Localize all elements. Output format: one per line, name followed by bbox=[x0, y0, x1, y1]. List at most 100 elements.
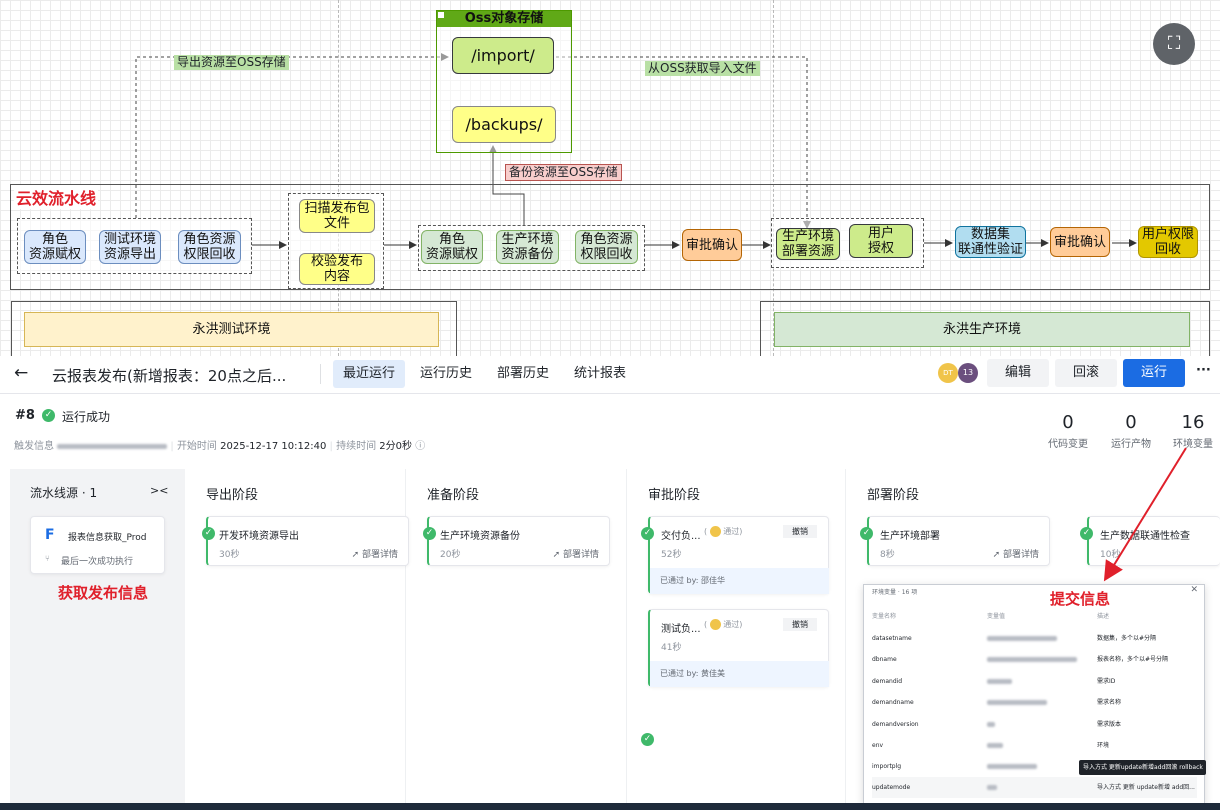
table-row[interactable]: datasetname 数据集，多个以#分隔 bbox=[872, 628, 1197, 649]
table-row[interactable]: demandname 需求名称 bbox=[872, 692, 1197, 713]
avatar[interactable]: DT bbox=[938, 363, 958, 383]
collapse-icon[interactable]: >< bbox=[150, 484, 168, 497]
var-desc: 需求版本 bbox=[1097, 721, 1122, 728]
var-name: env bbox=[872, 742, 884, 749]
screenshot-crop-icon[interactable]: ⛶ bbox=[1153, 23, 1195, 65]
stage-title: 准备阶段 bbox=[427, 488, 480, 503]
stat-value: 0 bbox=[1062, 412, 1074, 433]
job-success-icon: ✓ bbox=[641, 733, 654, 746]
stat-env-vars[interactable]: 16 环境变量 bbox=[1166, 412, 1220, 450]
source-sub: 最后一次成功执行 bbox=[61, 557, 134, 567]
source-title: 流水线源 · 1 bbox=[30, 486, 98, 500]
label-fetch-oss: 从OSS获取导入文件 bbox=[645, 61, 760, 76]
link-label: 部署详情 bbox=[562, 550, 599, 560]
job-card[interactable]: 生产环境资源备份 20秒 ➚ 部署详情 bbox=[427, 516, 610, 566]
trigger-info: 触发信息 | 开始时间 2025-12-17 10:12:40 | 持续时间 2… bbox=[14, 441, 426, 452]
stat-value: 16 bbox=[1181, 412, 1205, 433]
job-success-icon: ✓ bbox=[860, 527, 873, 540]
table-row[interactable]: updatemode 导入方式 更新 update新增 add回... bbox=[872, 777, 1197, 798]
node-scan-package: 扫描发布包 文件 bbox=[299, 199, 375, 233]
node-role-revoke-2: 角色资源 权限回收 bbox=[575, 230, 638, 264]
stage-approval: 审批阶段 交付负... ( 通过) 撤销 52秒 已通过 by: 邵佳华 ✓ 测… bbox=[628, 469, 846, 810]
run-status: 运行成功 bbox=[62, 410, 111, 424]
edit-button[interactable]: 编辑 bbox=[987, 359, 1049, 387]
tab-statistics[interactable]: 统计报表 bbox=[564, 360, 636, 388]
stat-value: 0 bbox=[1125, 412, 1137, 433]
table-row[interactable]: env 环境 bbox=[872, 735, 1197, 756]
var-name: importplg bbox=[872, 763, 902, 770]
env-vars-popup: 环境变量 · 16 项 ✕ 变量名称 变量值 描述 datasetname 数据集… bbox=[863, 584, 1206, 804]
var-value-blurred bbox=[987, 722, 995, 727]
tab-run-history[interactable]: 运行历史 bbox=[410, 360, 482, 388]
node-prod-backup: 生产环境 资源备份 bbox=[496, 230, 559, 264]
stat-label: 代码变更 bbox=[1048, 439, 1088, 450]
source-card[interactable]: F 报表信息获取_Prod ⑂ 最后一次成功执行 bbox=[30, 516, 165, 574]
revoke-button[interactable]: 撤销 bbox=[783, 525, 817, 538]
env-prod-label: 永洪生产环境 bbox=[774, 312, 1190, 347]
start-label: 开始时间 bbox=[176, 441, 217, 452]
popup-header: 变量名称 变量值 描述 bbox=[872, 606, 1197, 627]
table-row[interactable]: dbname 报表名称，多个以#号分隔 bbox=[872, 649, 1197, 670]
stage-source: 流水线源 · 1 >< F 报表信息获取_Prod ⑂ 最后一次成功执行 获取发… bbox=[10, 469, 185, 810]
stat-code-changes[interactable]: 0 代码变更 bbox=[1040, 412, 1096, 450]
env-test-label: 永洪测试环境 bbox=[24, 312, 439, 347]
var-value-blurred bbox=[987, 657, 1077, 662]
success-icon: ✓ bbox=[42, 409, 55, 422]
start-time: 2025-12-17 10:12:40 bbox=[220, 441, 327, 452]
job-card[interactable]: 生产数据联通性检查 10秒 bbox=[1087, 516, 1220, 566]
stage-export: 导出阶段 开发环境资源导出 30秒 ➚ 部署详情 ✓ bbox=[186, 469, 409, 810]
job-duration: 52秒 bbox=[661, 550, 682, 560]
avatar-count[interactable]: 13 bbox=[958, 363, 978, 383]
header-value: 变量值 bbox=[987, 613, 1006, 620]
approval-card[interactable]: 测试负... ( 通过) 撤销 41秒 已通过 by: 黄佳美 bbox=[648, 609, 829, 687]
back-arrow-icon[interactable]: ← bbox=[14, 363, 28, 383]
var-desc: 数据集，多个以#分隔 bbox=[1097, 635, 1157, 642]
table-row[interactable]: demandversion 需求版本 bbox=[872, 714, 1197, 735]
job-success-icon: ✓ bbox=[641, 527, 654, 540]
stat-label: 环境变量 bbox=[1173, 439, 1213, 450]
var-name: dbname bbox=[872, 656, 897, 663]
help-icon[interactable]: ⓘ bbox=[415, 441, 425, 452]
trigger-label: 触发信息 bbox=[14, 441, 54, 452]
run-button[interactable]: 运行 bbox=[1123, 359, 1185, 387]
close-icon[interactable]: ✕ bbox=[1190, 585, 1198, 595]
tooltip: 导入方式 更新update新增add回滚 rollback bbox=[1079, 760, 1206, 775]
job-success-icon: ✓ bbox=[1080, 527, 1093, 540]
revoke-button[interactable]: 撤销 bbox=[783, 618, 817, 631]
approval-badge: ( 通过) bbox=[704, 526, 743, 537]
table-row[interactable]: demandid 需求ID bbox=[872, 671, 1197, 692]
node-role-assign-1: 角色 资源赋权 bbox=[24, 230, 86, 264]
var-desc: 报表名称，多个以#号分隔 bbox=[1097, 656, 1169, 663]
job-title: 生产环境部署 bbox=[880, 531, 940, 542]
stat-artifacts[interactable]: 0 运行产物 bbox=[1103, 412, 1159, 450]
var-desc: 需求ID bbox=[1097, 678, 1116, 685]
job-card[interactable]: 生产环境部署 8秒 ➚ 部署详情 bbox=[867, 516, 1050, 566]
taskbar-strip bbox=[0, 803, 1220, 810]
deploy-detail-link[interactable]: ➚ 部署详情 bbox=[352, 547, 398, 560]
duration-label: 持续时间 bbox=[336, 441, 377, 452]
annotation-get-release-info: 获取发布信息 bbox=[58, 584, 149, 602]
node-user-auth: 用户 授权 bbox=[849, 224, 913, 258]
rollback-button[interactable]: 回滚 bbox=[1055, 359, 1117, 387]
tab-deploy-history[interactable]: 部署历史 bbox=[487, 360, 559, 388]
job-title: 开发环境资源导出 bbox=[219, 531, 299, 542]
tab-recent-runs[interactable]: 最近运行 bbox=[333, 360, 406, 388]
node-role-revoke-1: 角色资源 权限回收 bbox=[178, 230, 241, 264]
page-title: 云报表发布(新增报表：20点之后... bbox=[52, 367, 287, 385]
label-export-oss: 导出资源至OSS存储 bbox=[174, 55, 289, 70]
job-title: 交付负... bbox=[661, 531, 701, 542]
var-name: demandid bbox=[872, 678, 903, 685]
header-desc: 描述 bbox=[1097, 613, 1110, 620]
job-title: 生产数据联通性检查 bbox=[1100, 531, 1190, 542]
more-icon[interactable]: ··· bbox=[1196, 363, 1211, 378]
job-duration: 41秒 bbox=[661, 643, 682, 653]
job-card[interactable]: 开发环境资源导出 30秒 ➚ 部署详情 bbox=[206, 516, 409, 566]
var-value-blurred bbox=[987, 679, 1012, 684]
source-name: 报表信息获取_Prod bbox=[68, 533, 147, 543]
import-folder: /import/ bbox=[452, 37, 554, 74]
deploy-detail-link[interactable]: ➚ 部署详情 bbox=[993, 547, 1039, 560]
var-value-blurred bbox=[987, 700, 1047, 705]
approval-card[interactable]: 交付负... ( 通过) 撤销 52秒 已通过 by: 邵佳华 bbox=[648, 516, 829, 594]
popup-title: 环境变量 · 16 项 bbox=[872, 589, 918, 596]
deploy-detail-link[interactable]: ➚ 部署详情 bbox=[553, 547, 599, 560]
